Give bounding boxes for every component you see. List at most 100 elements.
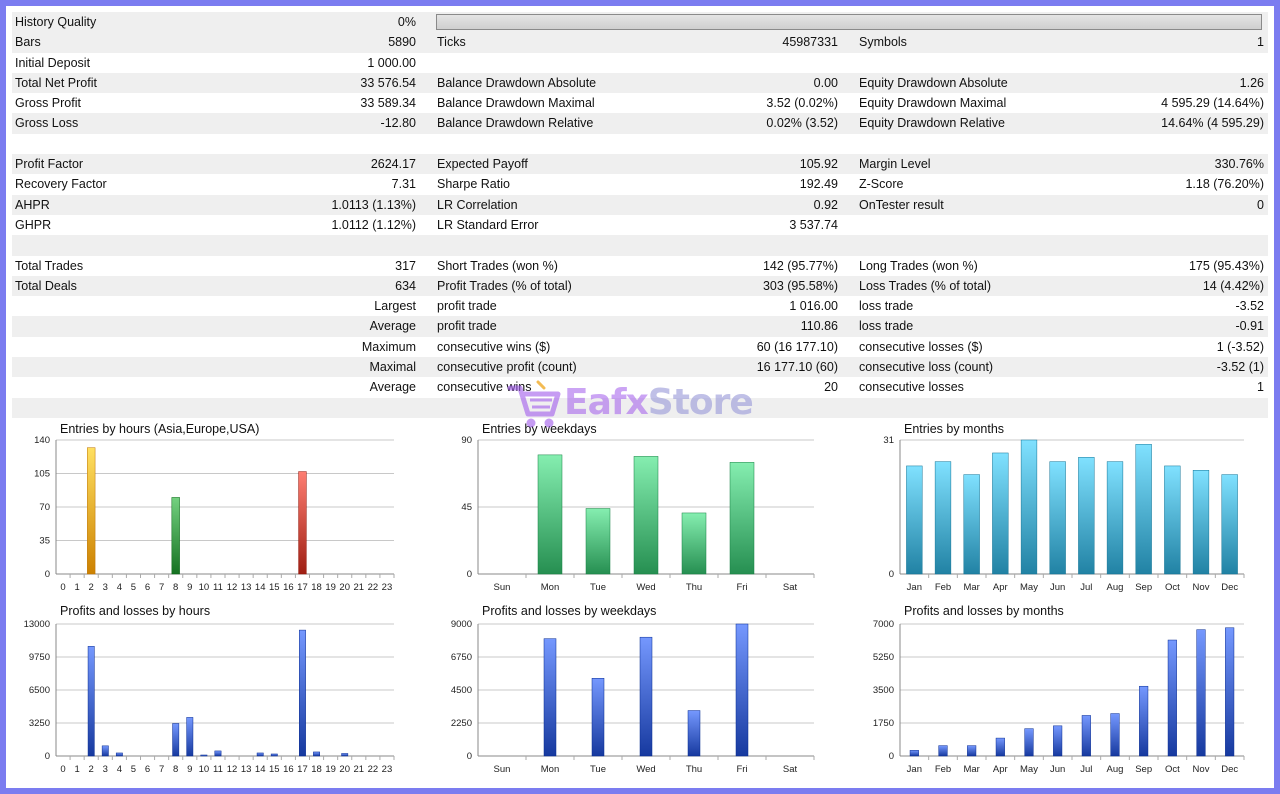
x-tick-label: Oct [1165,764,1180,775]
x-tick-label: 2 [89,582,94,593]
stats-row: Initial Deposit 1 000.00 [12,53,1268,73]
stat-label: consecutive profit (count) [437,360,577,375]
stat-value: 0.92 [813,197,838,212]
x-tick-label: Fri [736,582,747,593]
stat-value: 2624.17 [370,157,416,172]
bar [1196,629,1206,757]
x-tick-label: Wed [636,582,655,593]
x-tick-label: May [1020,764,1038,775]
x-tick-label: Sun [494,764,511,775]
x-tick-label: 19 [325,764,336,775]
x-tick-label: 7 [159,764,164,775]
stats-table: History Quality 0% Bars 5890 Ticks 45987331 Sy… [12,12,1268,418]
stats-row [12,235,1268,256]
stat-label: Ticks [437,35,466,50]
y-tick-label: 31 [883,435,894,446]
y-tick-label: 90 [461,435,472,446]
bar [101,745,109,757]
y-tick-label: 0 [467,569,472,580]
y-tick-label: 0 [889,751,894,762]
x-tick-label: Jun [1050,582,1065,593]
stat-value: 20 [824,380,838,395]
stat-label: Recovery Factor [15,177,107,192]
stat-label: Balance Drawdown Relative [437,116,594,131]
chart-plot: 035701051400 1 2 3 4 5 6 7 8 9 10 11 12 13 14 15 16 17 18 1… [34,435,395,593]
chart-profits-by-hours: Profits and losses by hours 0 3250 6500 975… [16,604,396,776]
stat-label: Gross Loss [15,116,79,131]
x-tick-label: 12 [227,582,238,593]
y-tick-label: 13000 [24,619,50,630]
stats-row: Maximum consecutive wins ($) 60 (16 177.10… [12,337,1268,357]
stat-value: 1.26 [1239,75,1264,90]
bar [115,752,123,757]
stats-row: Recovery Factor 7.31 Sharpe Ratio 192.49 Z-S… [12,174,1268,194]
y-tick-label: 6500 [29,685,50,696]
stat-value: 1 016.00 [789,299,838,314]
stat-value: -0.91 [1235,319,1265,334]
x-tick-label: 1 [74,764,79,775]
x-tick-label: 4 [117,764,122,775]
stat-label: AHPR [15,197,50,212]
stat-value: 3 537.74 [789,217,838,232]
stat-label: OnTester result [859,197,944,212]
stat-value: 16 177.10 (60) [756,360,838,375]
stat-label: Total Trades [15,258,84,273]
x-tick-label: Oct [1165,582,1180,593]
x-tick-label: 2 [89,764,94,775]
x-tick-label: Jan [907,764,922,775]
bar [735,623,749,757]
bar [1049,461,1066,575]
x-tick-label: Mon [541,764,559,775]
bar [1139,685,1149,757]
bar [1081,715,1091,757]
x-tick-label: 7 [159,582,164,593]
x-tick-label: 6 [145,582,150,593]
stat-label: Initial Deposit [15,55,91,70]
stats-row: Gross Loss -12.80 Balance Drawdown Relativ… [12,113,1268,134]
stats-row: AHPR 1.0113 (1.13%) LR Correlation 0.92 OnTe… [12,194,1268,215]
chart-plot: 0 31 Jan Feb Mar Apr May Jun Jul Aug Sep Oct Nov Dec [883,435,1245,593]
bar [681,512,707,575]
bar [1106,461,1124,575]
x-tick-label: 10 [199,582,210,593]
x-tick-label: 22 [368,764,379,775]
bar [729,462,755,575]
x-tick-label: Jul [1080,582,1092,593]
stat-value: 7.31 [391,177,416,192]
stat-value: 1.0112 (1.12%) [331,217,416,232]
bar [256,752,264,757]
x-tick-label: 18 [311,582,322,593]
stat-value: -12.80 [380,116,416,131]
stat-label: Equity Drawdown Maximal [859,96,1007,111]
stat-label: Balance Drawdown Absolute [437,75,597,90]
chart-profits-by-months: Profits and losses by months 0 1750 3500 52… [860,604,1250,776]
stat-label: LR Standard Error [437,217,539,232]
stat-value: Largest [374,299,416,314]
x-tick-label: Tue [590,764,606,775]
stats-row: Bars 5890 Ticks 45987331 Symbols 1 [12,32,1268,53]
x-tick-label: 15 [269,764,280,775]
bar [995,737,1005,757]
stat-value: 1 (-3.52) [1216,339,1264,354]
stat-label: Balance Drawdown Maximal [437,96,595,111]
stat-value: 142 (95.77%) [762,258,838,273]
x-tick-label: 3 [103,582,108,593]
stat-value: 3.52 (0.02%) [766,96,838,111]
x-tick-label: 14 [255,582,266,593]
x-tick-label: 11 [213,764,223,775]
y-tick-label: 45 [461,502,472,513]
bar [633,456,659,575]
stat-label: Short Trades (won %) [437,258,558,273]
stats-row: Total Deals 634 Profit Trades (% of total)… [12,275,1268,297]
x-tick-label: Fri [736,764,747,775]
y-tick-label: 1750 [873,718,894,729]
stat-value: 14.64% (4 595.29) [1161,116,1264,131]
chart-entries-by-weekdays: Entries by weekdays 0 45 90 Sun Mon Tue Wed Thu… [438,422,818,593]
stat-label: profit trade [437,299,497,314]
x-tick-label: 8 [173,582,178,593]
x-tick-label: 6 [145,764,150,775]
stat-value: 4 595.29 (14.64%) [1161,96,1264,111]
bar [87,447,96,575]
bar [214,750,222,757]
chart-plot: 0325065009750130000 1 2 3 4 5 6 7 8 9 10 11 12 13 14 15… [24,619,395,775]
